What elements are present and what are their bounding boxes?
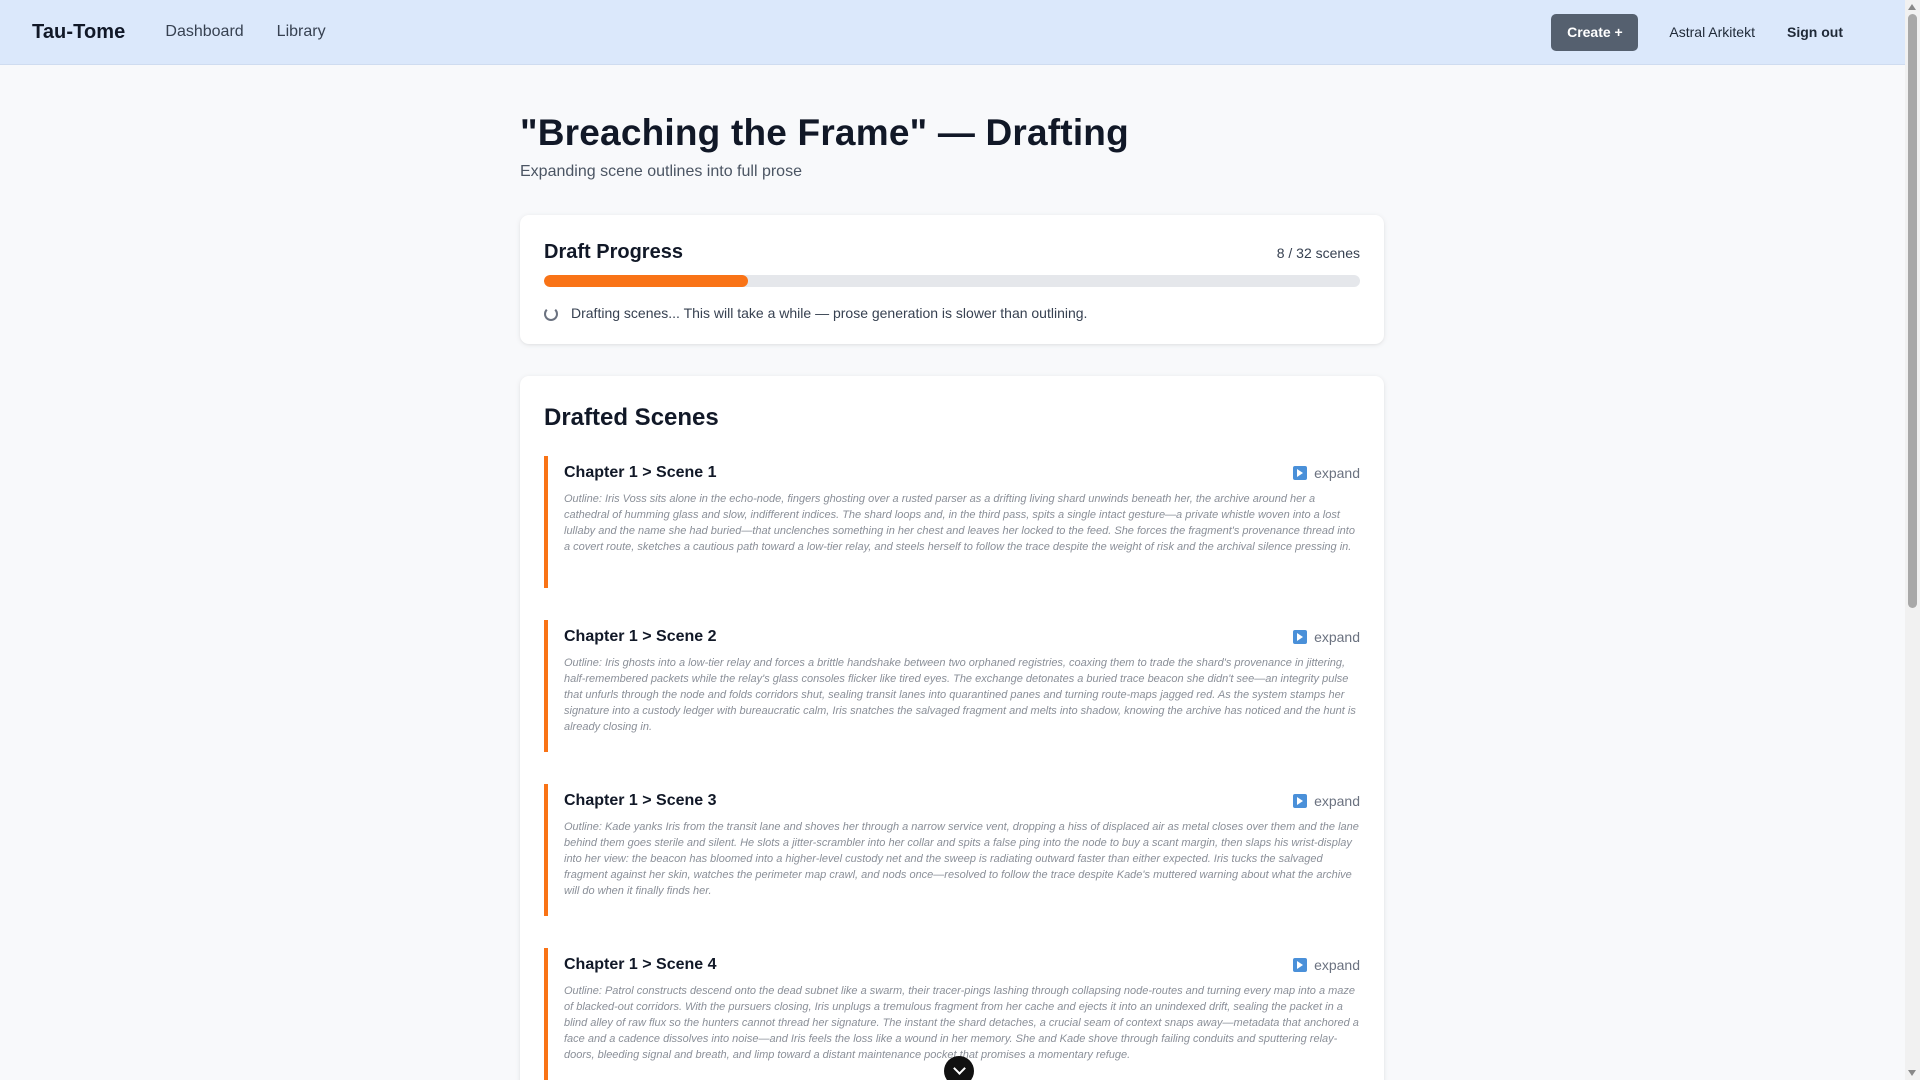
scene-title: Chapter 1 > Scene 2 [564,628,717,645]
top-nav: Tau-Tome Dashboard Library Create + Astr… [0,0,1905,65]
scene-item: Chapter 1 > Scene 1 expand Outline: Iris… [544,456,1360,588]
progress-title: Draft Progress [544,241,683,263]
scene-outline: Outline: Kade yanks Iris from the transi… [564,821,1359,897]
expand-label: expand [1314,629,1360,645]
play-icon [1293,958,1308,972]
chevron-down-icon [952,1061,966,1075]
scene-item: Chapter 1 > Scene 3 expand Outline: Kade… [544,784,1360,916]
page-title: "Breaching the Frame" — Drafting [520,112,1129,153]
progress-bar-fill [544,275,748,287]
sign-out-link[interactable]: Sign out [1787,24,1843,40]
expand-button[interactable]: expand [1293,957,1360,973]
nav-link-library[interactable]: Library [277,23,326,41]
status-text: Drafting scenes... This will take a whil… [571,304,1088,321]
expand-button[interactable]: expand [1293,465,1360,481]
scene-item: Chapter 1 > Scene 2 expand Outline: Iris… [544,620,1360,752]
scene-header: Chapter 1 > Scene 2 expand [564,628,1360,646]
scene-title: Chapter 1 > Scene 4 [564,956,717,973]
expand-button[interactable]: expand [1293,793,1360,809]
scroll-up-arrow-icon[interactable] [1908,4,1916,10]
user-name-link[interactable]: Astral Arkitekt [1669,24,1755,40]
drafted-scenes-title: Drafted Scenes [544,404,719,431]
drafted-scenes-card: Drafted Scenes Chapter 1 > Scene 1 expan… [520,376,1384,1080]
scene-outline: Outline: Iris ghosts into a low-tier rel… [564,657,1356,733]
scene-header: Chapter 1 > Scene 1 expand [564,464,1360,482]
scene-header: Chapter 1 > Scene 3 expand [564,792,1360,810]
play-icon [1293,630,1308,644]
scene-title: Chapter 1 > Scene 1 [564,464,717,481]
loading-spinner-icon [544,307,558,321]
expand-label: expand [1314,465,1360,481]
scene-outline: Outline: Iris Voss sits alone in the ech… [564,493,1355,553]
page-subtitle: Expanding scene outlines into full prose [520,163,802,180]
nav-link-dashboard[interactable]: Dashboard [165,23,243,41]
scrollbar-thumb[interactable] [1908,14,1917,608]
scene-header: Chapter 1 > Scene 4 expand [564,956,1360,974]
nav-right: Create + Astral Arkitekt Sign out [1551,13,1873,51]
progress-header: Draft Progress 8 / 32 scenes [544,241,1360,264]
expand-label: expand [1314,957,1360,973]
play-icon [1293,466,1308,480]
create-button[interactable]: Create + [1551,13,1639,51]
scene-title: Chapter 1 > Scene 3 [564,792,717,809]
status-row: Drafting scenes... This will take a whil… [544,304,1360,321]
scene-outline: Outline: Patrol constructs descend onto … [564,985,1359,1061]
play-icon [1293,794,1308,808]
draft-progress-card: Draft Progress 8 / 32 scenes Drafting sc… [520,215,1384,344]
scroll-down-arrow-icon[interactable] [1908,1070,1916,1076]
progress-bar [544,275,1360,287]
page-scrollbar[interactable] [1905,0,1920,1080]
scroll-down-button[interactable] [944,1056,974,1080]
expand-label: expand [1314,793,1360,809]
main-content: "Breaching the Frame" — Drafting Expandi… [520,65,1384,1080]
progress-count: 8 / 32 scenes [1276,245,1360,261]
expand-button[interactable]: expand [1293,629,1360,645]
brand-logo[interactable]: Tau-Tome [32,21,125,44]
